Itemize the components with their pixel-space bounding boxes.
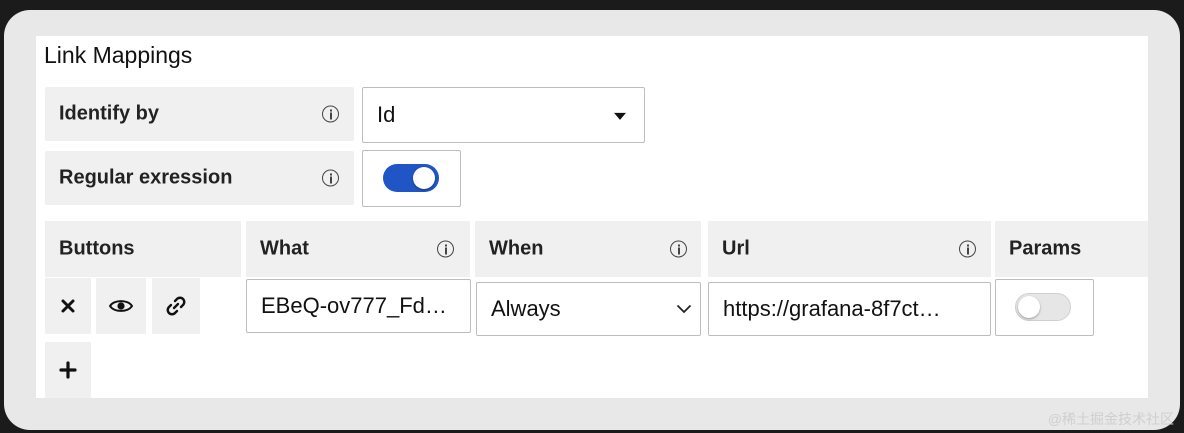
column-header-buttons: Buttons <box>45 221 241 277</box>
url-input[interactable]: https://grafana-8f7ct… <box>708 282 991 336</box>
x-icon <box>61 299 75 313</box>
toggle-knob <box>413 167 435 189</box>
column-header-params: Params <box>995 221 1148 277</box>
url-input-value: https://grafana-8f7ct… <box>723 296 941 321</box>
plus-icon <box>59 361 77 379</box>
regular-expression-label-text: Regular exression <box>59 166 233 189</box>
link-mappings-panel: Link Mappings Identify by Id Regular exr… <box>36 36 1148 398</box>
column-header-url: Url <box>708 221 991 277</box>
regular-expression-toggle[interactable] <box>383 164 439 192</box>
identify-by-value: Id <box>377 102 396 127</box>
column-header-buttons-text: Buttons <box>59 237 135 260</box>
identify-by-select[interactable]: Id <box>362 87 645 143</box>
column-header-what: What <box>246 221 470 277</box>
identify-by-label-text: Identify by <box>59 102 160 125</box>
chevron-down-icon <box>676 304 692 314</box>
when-select-value: Always <box>491 296 561 321</box>
info-icon[interactable] <box>959 240 976 258</box>
toggle-knob <box>1018 296 1040 318</box>
watermark: @稀土掘金技术社区 <box>1047 411 1174 427</box>
regular-expression-label: Regular exression <box>45 151 354 205</box>
regular-expression-toggle-box <box>362 150 461 207</box>
identify-by-label: Identify by <box>45 87 354 141</box>
when-select[interactable]: Always <box>476 282 701 336</box>
info-icon[interactable] <box>322 105 339 123</box>
what-input-value: EBeQ-ov777_Fd… <box>261 293 447 318</box>
panel-title: Link Mappings <box>44 42 193 68</box>
column-header-when-text: When <box>489 237 544 260</box>
info-icon[interactable] <box>322 169 339 187</box>
preview-button[interactable] <box>96 278 146 334</box>
params-toggle-box <box>995 279 1094 336</box>
caret-down-icon <box>614 112 626 120</box>
column-header-what-text: What <box>260 237 309 260</box>
what-input[interactable]: EBeQ-ov777_Fd… <box>246 279 471 333</box>
link-button[interactable] <box>152 278 200 334</box>
add-button[interactable] <box>45 342 91 398</box>
column-header-url-text: Url <box>722 237 750 260</box>
params-toggle[interactable] <box>1015 293 1071 321</box>
remove-button[interactable] <box>45 278 91 334</box>
link-icon <box>166 296 186 316</box>
column-header-when: When <box>475 221 701 277</box>
column-header-params-text: Params <box>1009 237 1082 260</box>
info-icon[interactable] <box>437 240 454 258</box>
eye-icon <box>109 300 133 312</box>
info-icon[interactable] <box>670 240 687 258</box>
